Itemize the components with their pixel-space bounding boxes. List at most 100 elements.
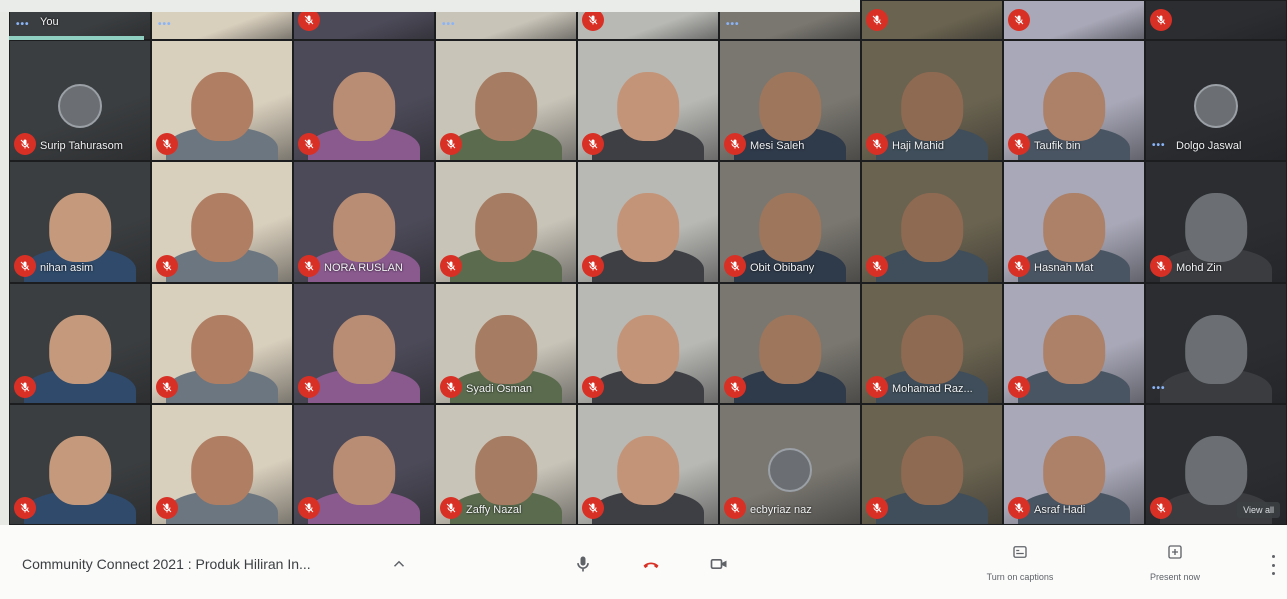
muted-mic-icon bbox=[866, 375, 888, 398]
speaking-indicator-icon: ••• bbox=[1152, 140, 1166, 152]
participant-tile[interactable]: View all bbox=[1145, 403, 1287, 525]
participant-silhouette-head bbox=[49, 435, 111, 505]
participant-tile[interactable] bbox=[1003, 282, 1145, 404]
participant-name: Mohd Zin bbox=[1176, 261, 1222, 274]
participant-silhouette-head bbox=[191, 72, 253, 142]
participant-silhouette-head bbox=[191, 193, 253, 263]
participant-silhouette-head bbox=[617, 72, 679, 142]
participant-tile[interactable] bbox=[861, 161, 1003, 283]
participant-tile[interactable]: Surip Tahurasom bbox=[9, 40, 151, 162]
muted-mic-icon bbox=[440, 375, 462, 398]
avatar bbox=[58, 83, 102, 128]
participant-tile[interactable]: Obit Obibany bbox=[719, 161, 861, 283]
participant-name: Zaffy Nazal bbox=[466, 504, 522, 516]
participant-name: Mesi Saleh bbox=[750, 140, 805, 153]
muted-mic-icon bbox=[1150, 254, 1172, 277]
muted-mic-icon bbox=[866, 497, 888, 519]
participant-tile[interactable] bbox=[151, 40, 293, 162]
camera-icon bbox=[710, 559, 727, 569]
participant-tile[interactable]: Mohd Zin bbox=[1145, 161, 1287, 283]
participant-tile[interactable]: NORA RUSLAN bbox=[293, 161, 435, 283]
participant-tile[interactable]: Mesi Saleh bbox=[719, 40, 861, 162]
participant-silhouette-head bbox=[901, 435, 963, 505]
participant-tile[interactable] bbox=[435, 40, 577, 162]
participant-tile[interactable] bbox=[1145, 0, 1287, 40]
muted-mic-icon bbox=[866, 254, 888, 277]
more-options-icon[interactable] bbox=[1268, 555, 1278, 575]
captions-label: Turn on captions bbox=[986, 572, 1054, 582]
participant-tile[interactable] bbox=[577, 40, 719, 162]
chevron-up-icon[interactable] bbox=[390, 555, 408, 573]
participant-tile[interactable] bbox=[9, 403, 151, 525]
muted-mic-icon bbox=[1008, 375, 1030, 398]
participant-name: Surip Tahurasom bbox=[40, 140, 123, 153]
participant-tile[interactable] bbox=[861, 403, 1003, 525]
participant-tile[interactable] bbox=[1003, 0, 1145, 40]
participant-silhouette-head bbox=[475, 72, 537, 142]
participant-silhouette-head bbox=[333, 193, 395, 263]
participant-tile[interactable] bbox=[719, 282, 861, 404]
participant-silhouette-head bbox=[617, 435, 679, 505]
muted-mic-icon bbox=[1008, 254, 1030, 277]
muted-mic-icon bbox=[156, 375, 178, 398]
meeting-title[interactable]: Community Connect 2021 : Produk Hiliran … bbox=[22, 556, 311, 572]
participant-tile[interactable] bbox=[861, 0, 1003, 40]
participant-silhouette-head bbox=[759, 314, 821, 384]
participant-name: Haji Mahid bbox=[892, 140, 944, 153]
participant-tile[interactable] bbox=[9, 282, 151, 404]
participant-silhouette-head bbox=[1185, 193, 1247, 263]
participant-tile[interactable] bbox=[293, 40, 435, 162]
participant-tile[interactable] bbox=[577, 403, 719, 525]
bottom-control-bar: Community Connect 2021 : Produk Hiliran … bbox=[0, 525, 1287, 599]
muted-mic-icon bbox=[298, 497, 320, 519]
participant-tile[interactable]: nihan asim bbox=[9, 161, 151, 283]
participant-silhouette-head bbox=[759, 193, 821, 263]
participant-silhouette-head bbox=[191, 435, 253, 505]
captions-button[interactable]: Turn on captions bbox=[965, 543, 1075, 585]
present-icon bbox=[1168, 545, 1182, 559]
participant-silhouette-head bbox=[1185, 314, 1247, 384]
participant-tile[interactable]: ecbyriaz naz bbox=[719, 403, 861, 525]
participant-name: nihan asim bbox=[40, 261, 94, 274]
microphone-icon bbox=[577, 556, 589, 572]
muted-mic-icon bbox=[156, 497, 178, 519]
participant-tile[interactable]: Taufik bin bbox=[1003, 40, 1145, 162]
participant-silhouette-head bbox=[1043, 72, 1105, 142]
participant-tile[interactable]: Haji Mahid bbox=[861, 40, 1003, 162]
speaking-indicator-icon: ••• bbox=[16, 19, 30, 30]
participant-tile[interactable]: Zaffy Nazal bbox=[435, 403, 577, 525]
participant-silhouette-head bbox=[49, 314, 111, 384]
participant-tile[interactable] bbox=[293, 403, 435, 525]
muted-mic-icon bbox=[582, 497, 604, 519]
participant-tile[interactable]: ••• Dolgo Jaswal bbox=[1145, 40, 1287, 162]
participant-tile[interactable] bbox=[293, 282, 435, 404]
present-label: Present now bbox=[1149, 572, 1201, 582]
participant-tile[interactable]: Asraf Hadi bbox=[1003, 403, 1145, 525]
participant-tile[interactable]: Hasnah Mat bbox=[1003, 161, 1145, 283]
participant-tile[interactable] bbox=[151, 282, 293, 404]
mic-button[interactable] bbox=[570, 551, 596, 577]
present-now-button[interactable]: Present now bbox=[1120, 543, 1230, 585]
participant-tile[interactable] bbox=[151, 161, 293, 283]
participant-name: NORA RUSLAN bbox=[324, 261, 403, 274]
view-all-button[interactable]: View all bbox=[1237, 502, 1280, 518]
participant-tile[interactable]: Syadi Osman bbox=[435, 282, 577, 404]
participant-tile[interactable] bbox=[151, 403, 293, 525]
participant-name: Taufik bin bbox=[1034, 140, 1081, 153]
participant-tile[interactable] bbox=[577, 161, 719, 283]
speaking-indicator-icon: ••• bbox=[442, 19, 456, 30]
muted-mic-icon bbox=[440, 254, 462, 277]
muted-mic-icon bbox=[724, 254, 746, 277]
participant-tile[interactable]: ••• bbox=[1145, 282, 1287, 404]
camera-button[interactable] bbox=[706, 551, 732, 577]
participant-tile[interactable]: Mohamad Raz... bbox=[861, 282, 1003, 404]
muted-mic-icon bbox=[724, 375, 746, 398]
hangup-button[interactable] bbox=[638, 551, 664, 577]
participant-silhouette-head bbox=[901, 314, 963, 384]
participant-tile[interactable] bbox=[577, 282, 719, 404]
muted-mic-icon bbox=[582, 254, 604, 277]
participant-silhouette-head bbox=[1043, 314, 1105, 384]
participant-tile[interactable] bbox=[435, 161, 577, 283]
participant-silhouette-head bbox=[1043, 193, 1105, 263]
participant-silhouette-head bbox=[475, 435, 537, 505]
